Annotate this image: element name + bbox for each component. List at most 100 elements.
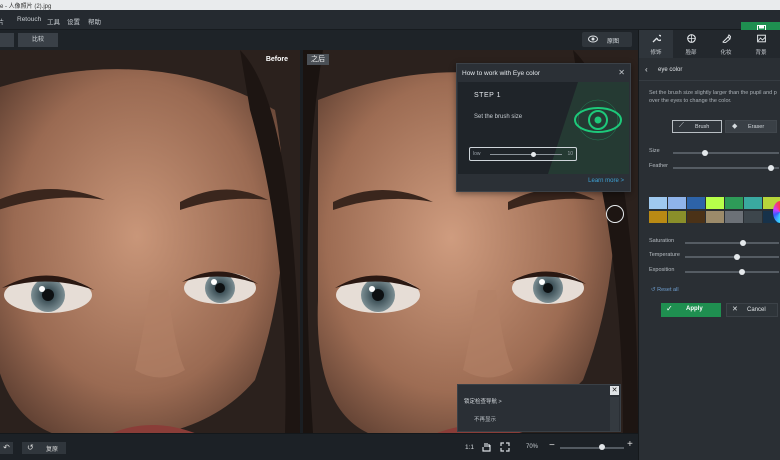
exposition-label: Exposition: [649, 267, 675, 273]
fit-screen-icon[interactable]: [500, 442, 510, 452]
menu-item-settings[interactable]: 设置: [67, 16, 80, 26]
zoom-slider-knob[interactable]: [598, 444, 605, 450]
size-slider-knob[interactable]: [701, 150, 708, 156]
eraser-icon: ◆: [732, 123, 738, 130]
brush-button[interactable]: ⟋ Brush: [672, 120, 722, 133]
reset-all-label: Reset all: [657, 287, 679, 293]
tab-retouch[interactable]: 修饰: [639, 30, 673, 58]
zoom-slider[interactable]: [560, 444, 624, 450]
color-swatch[interactable]: [668, 211, 686, 223]
toolbar-left-button[interactable]: [0, 33, 14, 47]
menu-item-retouch[interactable]: Retouch: [17, 16, 41, 23]
wrench-icon: [652, 34, 661, 43]
eye-color-hint-dialog: How to work with Eye color ✕ STEP 1 Set …: [456, 63, 631, 192]
apply-button[interactable]: ✓ Apply: [661, 303, 721, 317]
close-icon[interactable]: ✕: [610, 386, 619, 395]
tab-face[interactable]: 脸部: [674, 30, 708, 58]
zoom-out-button[interactable]: −: [549, 441, 555, 451]
compare-button[interactable]: 比较: [18, 33, 58, 47]
feather-slider-knob[interactable]: [767, 165, 774, 171]
color-swatch[interactable]: [687, 197, 705, 209]
menu-item-image[interactable]: 图片: [0, 16, 4, 26]
cancel-button[interactable]: ✕ Cancel: [726, 303, 778, 317]
color-swatch[interactable]: [706, 197, 724, 209]
color-swatch[interactable]: [725, 197, 743, 209]
app-window: e - 人像照片 (2).jpg 图片 Retouch 工具 设置 帮助 比较 …: [0, 0, 780, 460]
close-icon[interactable]: ✕: [618, 68, 625, 77]
undo-button[interactable]: ↶: [0, 442, 13, 454]
saturation-slider[interactable]: [685, 240, 779, 246]
zoom-level: 70%: [526, 444, 539, 450]
eye-color-header: ‹ eye color: [639, 59, 780, 81]
description-line: over the eyes to change the color.: [649, 98, 732, 104]
color-swatch[interactable]: [687, 211, 705, 223]
close-icon: ✕: [732, 306, 738, 313]
size-slider[interactable]: [673, 150, 779, 156]
brush-label: Brush: [695, 124, 710, 130]
feather-slider[interactable]: [673, 165, 779, 171]
exposition-slider[interactable]: [685, 269, 779, 275]
menu-item-tools[interactable]: 工具: [47, 16, 60, 26]
view-original-button[interactable]: 原图: [582, 32, 632, 47]
tab-background[interactable]: 背景: [744, 30, 778, 58]
tools-panel: 修饰 脸部 化妆 背景 ‹ eye color Set the brush si…: [638, 30, 780, 460]
popup-dont-show-again[interactable]: 不再显示: [474, 415, 496, 423]
reset-button[interactable]: ↺ 复原: [22, 442, 66, 454]
menu-bar: 图片 Retouch 工具 设置 帮助: [0, 10, 780, 37]
popup-lock-navigator[interactable]: 锁定检查导航 >: [464, 397, 502, 405]
hand-icon[interactable]: [482, 442, 491, 452]
saturation-label: Saturation: [649, 238, 675, 244]
chevron-left-icon[interactable]: ‹: [645, 65, 648, 74]
eraser-label: Eraser: [748, 124, 765, 130]
section-title: eye color: [658, 67, 683, 73]
zoom-in-button[interactable]: +: [627, 440, 633, 450]
navigator-popup: 锁定检查导航 > 不再显示 ✕: [457, 384, 621, 432]
window-title: e - 人像照片 (2).jpg: [0, 4, 52, 10]
color-swatch[interactable]: [744, 197, 762, 209]
size-label: Size: [649, 148, 660, 154]
color-swatch[interactable]: [668, 197, 686, 209]
size-slider-row: Size: [649, 147, 780, 157]
tab-makeup[interactable]: 化妆: [709, 30, 743, 58]
tab-label: 修饰: [650, 50, 662, 56]
color-swatch[interactable]: [649, 197, 667, 209]
reset-label: 复原: [46, 447, 59, 453]
eraser-button[interactable]: ◆ Eraser: [725, 120, 777, 133]
apply-label: Apply: [686, 306, 703, 312]
hint-body: STEP 1 Set the brush size low 10: [458, 82, 629, 174]
actual-size-button[interactable]: 1:1: [465, 444, 474, 451]
color-swatch[interactable]: [706, 211, 724, 223]
tab-label: 化妆: [720, 50, 732, 56]
tab-label: 背景: [755, 50, 767, 56]
before-portrait: [0, 50, 300, 433]
hint-slider-min: low: [473, 151, 481, 157]
temperature-slider-knob[interactable]: [733, 254, 740, 260]
color-swatch[interactable]: [744, 211, 762, 223]
saturation-slider-knob[interactable]: [740, 240, 747, 246]
color-wheel-icon[interactable]: [773, 201, 780, 223]
reset-icon: ↺: [27, 443, 34, 452]
exposition-slider-knob[interactable]: [739, 269, 746, 275]
temperature-slider[interactable]: [685, 254, 779, 260]
temperature-label: Temperature: [649, 252, 680, 258]
eye-icon: [588, 35, 598, 43]
color-swatch[interactable]: [649, 211, 667, 223]
hint-slider-max: 10: [567, 151, 573, 157]
color-swatch[interactable]: [725, 211, 743, 223]
popup-scrollbar[interactable]: [610, 397, 619, 431]
temperature-slider-row: Temperature: [649, 251, 780, 261]
color-swatches: [649, 197, 780, 225]
hint-slider-track: [490, 152, 562, 157]
tab-label: 脸部: [685, 50, 697, 56]
after-label: 之后: [307, 54, 329, 65]
menu-item-help[interactable]: 帮助: [88, 16, 101, 26]
background-icon: [757, 34, 766, 43]
saturation-slider-row: Saturation: [649, 237, 780, 247]
bottom-bar: ↶ ↺ 复原 1:1 70% − +: [0, 433, 638, 460]
hint-step-label: STEP 1: [474, 92, 501, 99]
before-pane: Before: [0, 50, 300, 433]
learn-more-link[interactable]: Learn more >: [588, 178, 624, 184]
exposition-slider-row: Exposition: [649, 266, 780, 276]
reset-all-link[interactable]: ↺ Reset all: [651, 287, 679, 293]
view-original-label: 原图: [607, 39, 620, 45]
